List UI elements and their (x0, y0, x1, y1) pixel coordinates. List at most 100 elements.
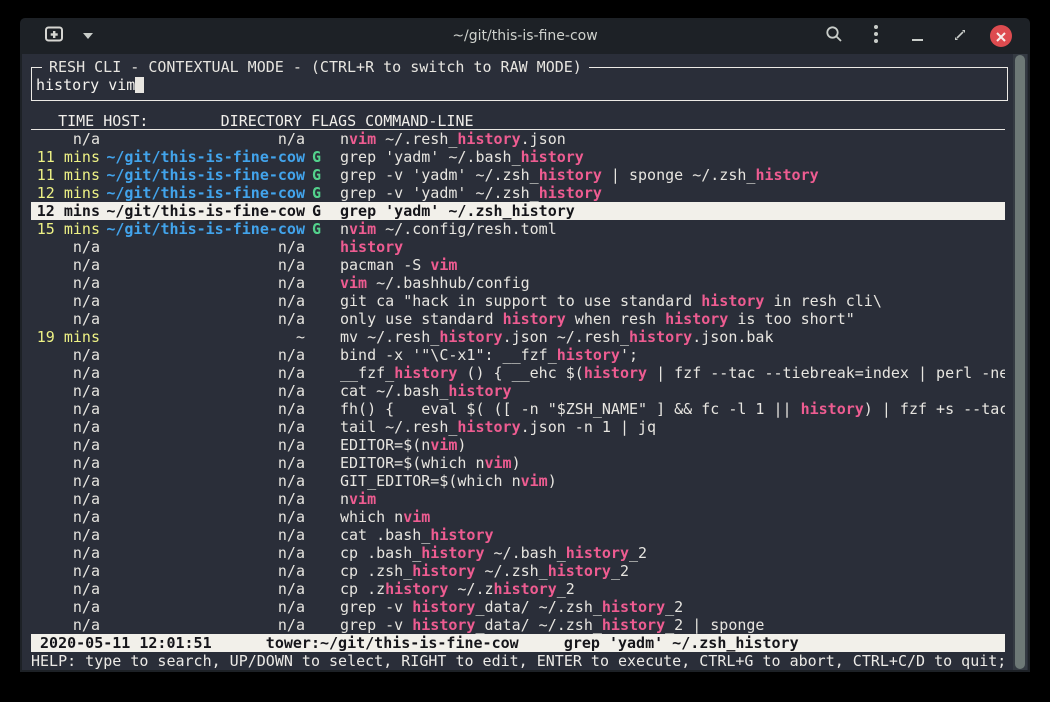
history-row[interactable]: n/an/a__fzf_history () { __ehc $(history… (31, 364, 1005, 382)
history-row[interactable]: n/an/ahistory (31, 238, 1005, 256)
command-match-text: vim (430, 256, 457, 274)
command-text: _2 (665, 598, 683, 616)
command-match-text: history (539, 166, 602, 184)
time-cell: n/a (31, 400, 100, 418)
command-match-text: history (385, 580, 448, 598)
command-text: .json (521, 130, 566, 148)
command-cell: cp .zhistory ~/.zhistory_2 (340, 580, 1005, 598)
time-cell: n/a (31, 580, 100, 598)
search-box-label: RESH CLI - CONTEXTUAL MODE - (CTRL+R to … (42, 58, 589, 76)
command-match-text: history (602, 616, 665, 634)
history-row[interactable]: n/an/anvim (31, 490, 1005, 508)
search-button[interactable] (822, 24, 846, 48)
command-text: grep -v (340, 598, 412, 616)
command-text: bind -x '"\C-x1": __fzf_ (340, 346, 557, 364)
directory-cell: n/a (106, 256, 305, 274)
restore-button[interactable] (948, 24, 972, 48)
history-row[interactable]: 15 mins~/git/this-is-fine-cowGnvim ~/.co… (31, 220, 1005, 238)
command-match-text: history (566, 544, 629, 562)
command-text: grep 'yadm' ~/.bash_ (340, 148, 521, 166)
command-text: ) | fzf +s --tac (864, 400, 1005, 418)
history-row[interactable]: 19 mins~mv ~/.resh_history.json ~/.resh_… (31, 328, 1005, 346)
history-row[interactable]: n/an/acat .bash_history (31, 526, 1005, 544)
command-text: cp .zsh_ (340, 562, 412, 580)
command-text: _2 | sponge (665, 616, 764, 634)
history-row[interactable]: 11 mins~/git/this-is-fine-cowGgrep -v 'y… (31, 166, 1005, 184)
history-row[interactable]: n/a n/a cp .zhistory ~/.zhistory_2 (31, 580, 1005, 598)
history-row[interactable]: n/an/acp .zsh_history ~/.zsh_history_2 (31, 562, 1005, 580)
close-icon (996, 27, 1006, 46)
time-cell: n/a (31, 274, 100, 292)
command-cell: __fzf_history () { __ehc $(history | fzf… (340, 364, 1005, 382)
directory-cell: n/a (106, 436, 305, 454)
history-row[interactable]: n/an/agrep -v history_data/ ~/.zsh_histo… (31, 616, 1005, 634)
command-text: n (340, 490, 349, 508)
command-text: ) (457, 436, 466, 454)
directory-cell: n/a (106, 616, 305, 634)
command-match-text: history (521, 148, 584, 166)
scrollbar-thumb[interactable] (1015, 55, 1025, 669)
command-match-text: history (539, 184, 602, 202)
command-text: .json ~/.resh_ (503, 328, 629, 346)
history-row[interactable]: n/an/agit ca "hack in support to use sta… (31, 292, 1005, 310)
directory-cell: n/a (106, 580, 305, 598)
flags-cell: G (312, 148, 321, 166)
time-cell: 15 mins (31, 220, 100, 238)
time-cell: n/a (31, 508, 100, 526)
new-tab-dropdown-button[interactable] (76, 24, 100, 48)
command-cell: grep -v history_data/ ~/.zsh_history_2 (340, 598, 1005, 616)
minimize-button[interactable] (906, 24, 930, 48)
terminal-window: ~/git/this-is-fine-cow (20, 18, 1030, 672)
history-row[interactable]: n/an/aonly use standard history when res… (31, 310, 1005, 328)
command-text: grep -v 'yadm' ~/.zsh_ (340, 166, 539, 184)
titlebar: ~/git/this-is-fine-cow (20, 18, 1030, 54)
history-row[interactable]: n/an/anvim ~/.resh_history.json (31, 130, 1005, 148)
history-row[interactable]: n/a n/a fh() { eval $( ([ -n "$ZSH_NAME" ]… (31, 400, 1005, 418)
history-row[interactable]: 12 mins~/git/this-is-fine-cowGgrep -v 'y… (31, 184, 1005, 202)
command-match-text: vim (430, 436, 457, 454)
command-text: | fzf --tac --tiebreak=index | perl -ne (647, 364, 1005, 382)
history-row[interactable]: n/an/aEDITOR=$(nvim) (31, 436, 1005, 454)
command-text: ~/.resh_ (376, 130, 457, 148)
command-match-text: history (340, 238, 403, 256)
history-row[interactable]: n/an/agrep -v history_data/ ~/.zsh_histo… (31, 598, 1005, 616)
new-tab-button[interactable] (42, 24, 66, 48)
command-text: in resh cli\ (764, 292, 881, 310)
command-cell: cp .zsh_history ~/.zsh_history_2 (340, 562, 1005, 580)
history-row[interactable]: n/an/awhich nvim (31, 508, 1005, 526)
history-row[interactable]: n/an/avim ~/.bashhub/config (31, 274, 1005, 292)
chevron-down-icon (83, 33, 93, 39)
history-row[interactable]: n/an/abind -x '"\C-x1": __fzf_history'; (31, 346, 1005, 364)
time-cell: 19 mins (31, 328, 100, 346)
close-button[interactable] (990, 25, 1012, 47)
command-text: cp .z (340, 580, 385, 598)
search-input[interactable]: history vim (36, 76, 1007, 94)
command-text: tail ~/.resh_ (340, 418, 457, 436)
history-row[interactable]: n/an/acat ~/.bash_history (31, 382, 1005, 400)
history-row[interactable]: n/an/apacman -S vim (31, 256, 1005, 274)
directory-cell: n/a (106, 274, 305, 292)
command-text: _2 (611, 562, 629, 580)
command-text: cat .bash_ (340, 526, 430, 544)
command-text: grep 'yadm' ~/.zsh_ (340, 202, 512, 220)
time-cell: n/a (31, 562, 100, 580)
directory-cell: ~/git/this-is-fine-cow (106, 202, 305, 220)
history-row[interactable]: n/an/aGIT_EDITOR=$(which nvim) (31, 472, 1005, 490)
command-match-text: history (394, 364, 457, 382)
command-cell: tail ~/.resh_history.json -n 1 | jq (340, 418, 1005, 436)
command-cell: fh() { eval $( ([ -n "$ZSH_NAME" ] && fc… (340, 400, 1005, 418)
history-row-selected[interactable]: 12 mins~/git/this-is-fine-cowGgrep 'yadm… (31, 202, 1005, 220)
history-row[interactable]: n/an/atail ~/.resh_history.json -n 1 | j… (31, 418, 1005, 436)
history-row[interactable]: n/an/acp .bash_history ~/.bash_history_2 (31, 544, 1005, 562)
directory-cell: ~/git/this-is-fine-cow (106, 148, 305, 166)
command-text: ~/.z (448, 580, 493, 598)
command-text: mv ~/.resh_ (340, 328, 439, 346)
search-box[interactable]: RESH CLI - CONTEXTUAL MODE - (CTRL+R to … (31, 67, 1008, 101)
history-row[interactable]: 11 mins~/git/this-is-fine-cowGgrep 'yadm… (31, 148, 1005, 166)
directory-cell: n/a (106, 400, 305, 418)
time-cell: n/a (31, 544, 100, 562)
scrollbar[interactable] (1013, 54, 1027, 670)
menu-button[interactable] (864, 24, 888, 48)
history-row[interactable]: n/an/aEDITOR=$(which nvim) (31, 454, 1005, 472)
command-cell: pacman -S vim (340, 256, 1005, 274)
